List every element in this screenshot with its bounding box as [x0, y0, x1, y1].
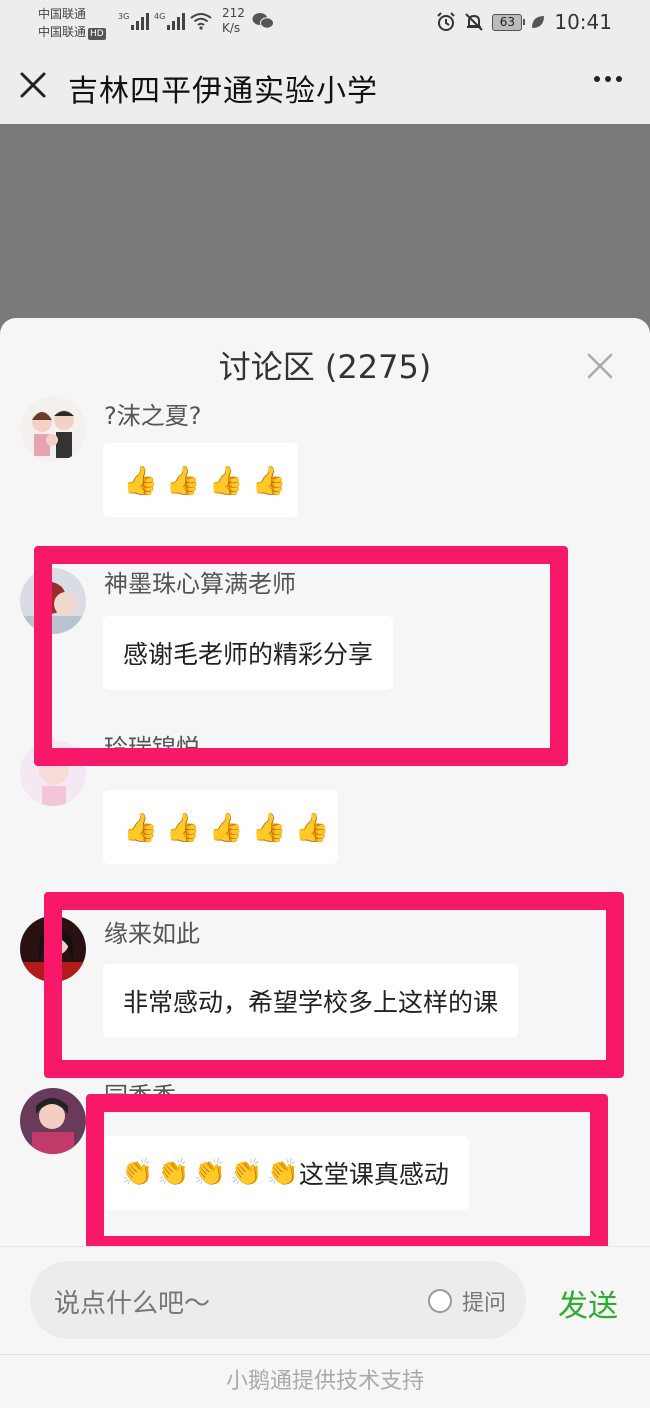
page-title: 吉林四平伊通实验小学: [68, 74, 378, 109]
title-bar: 吉林四平伊通实验小学: [0, 46, 650, 124]
panel-close-icon[interactable]: [586, 352, 614, 380]
clock: 10:41: [554, 10, 612, 34]
send-button[interactable]: 发送: [558, 1281, 618, 1325]
thumbs-up-icon: 👍: [208, 463, 244, 497]
leaf-icon: [532, 16, 545, 28]
username: 园香香: [104, 1082, 176, 1096]
alarm-icon: [437, 12, 456, 31]
thumbs-up-icon: 👍: [251, 463, 287, 497]
wechat-icon: [252, 13, 274, 29]
username: 玲瑞锦悦: [104, 734, 200, 748]
thumbs-up-icon: 👍: [208, 810, 244, 844]
status-right: 63 10:41: [436, 10, 612, 34]
battery-indicator: 63: [492, 13, 526, 31]
username: 神墨珠心算满老师: [104, 570, 296, 598]
thumbs-up-icon: 👍: [123, 810, 158, 844]
status-bar: 中国联通 中国联通 HD 3G 4G 212 K/s 63 10:41: [0, 0, 650, 46]
thumbs-up-icon: 👍: [294, 810, 330, 844]
discussion-title: 讨论区 (2275): [218, 348, 432, 386]
more-icon[interactable]: [594, 76, 622, 82]
thumbs-up-icon: 👍: [165, 810, 201, 844]
ask-question-toggle[interactable]: 提问: [427, 1285, 506, 1317]
signal-icon-2: 4G: [154, 12, 186, 30]
clapping-hands-icon: 👏: [193, 1158, 227, 1188]
hd-badge: HD: [88, 28, 106, 40]
thumbs-up-icon: 👍: [123, 463, 158, 497]
clapping-hands-icon: 👏: [157, 1158, 190, 1188]
username: ?沫之夏?: [104, 402, 202, 430]
radio-icon[interactable]: [427, 1289, 452, 1313]
mute-bell-icon: [465, 13, 484, 31]
clapping-hands-icon: 👏: [266, 1158, 299, 1188]
thumbs-up-icon: 👍: [251, 810, 287, 844]
discussion-panel: 讨论区 (2275) ?沫之夏? 👍 👍 👍 👍 神墨珠心算满老师 感谢毛老师的…: [0, 318, 650, 1408]
comment-input-bar: 说点什么吧～ 提问 发送: [0, 1246, 650, 1354]
clapping-hands-icon: 👏: [230, 1158, 263, 1188]
network-speed: 212 K/s: [222, 6, 245, 35]
carrier-1: 中国联通: [38, 7, 87, 21]
comment-input[interactable]: 说点什么吧～ 提问: [30, 1261, 526, 1339]
comment-bubble: 👍 👍 👍 👍 👍: [103, 790, 338, 864]
carrier-info: 中国联通 中国联通 HD: [38, 5, 106, 41]
comment-bubble: 👏 👏 👏 👏 👏 这堂课真感动: [103, 1136, 469, 1210]
video-area[interactable]: [0, 124, 650, 334]
signal-icon-1: 3G: [118, 12, 150, 30]
username: 缘来如此: [104, 920, 200, 948]
ask-label: 提问: [461, 1291, 506, 1316]
comment-input-placeholder[interactable]: 说点什么吧～: [54, 1283, 210, 1320]
thumbs-up-icon: 👍: [165, 463, 201, 497]
avatar[interactable]: [20, 1088, 86, 1154]
close-icon[interactable]: [16, 68, 50, 102]
avatar[interactable]: [20, 740, 86, 806]
emoji-row: 👏 👏 👏 👏 👏: [121, 1158, 299, 1188]
comment-text: 这堂课真感动: [298, 1160, 449, 1189]
clapping-hands-icon: 👏: [121, 1158, 154, 1188]
avatar[interactable]: [20, 396, 86, 462]
emoji-row: 👍 👍 👍 👍 👍: [123, 811, 329, 844]
comment-bubble: 感谢毛老师的精彩分享: [103, 616, 394, 690]
emoji-row: 👍 👍 👍 👍: [123, 464, 287, 497]
comment-bubble: 非常感动，希望学校多上这样的课: [103, 964, 519, 1038]
footer-credit: 小鹅通提供技术支持: [0, 1354, 650, 1408]
carrier-2: 中国联通: [38, 25, 87, 39]
comment-bubble: 👍 👍 👍 👍: [103, 443, 298, 517]
avatar[interactable]: [20, 568, 86, 634]
avatar[interactable]: [20, 916, 86, 982]
wifi-icon: [190, 12, 212, 34]
